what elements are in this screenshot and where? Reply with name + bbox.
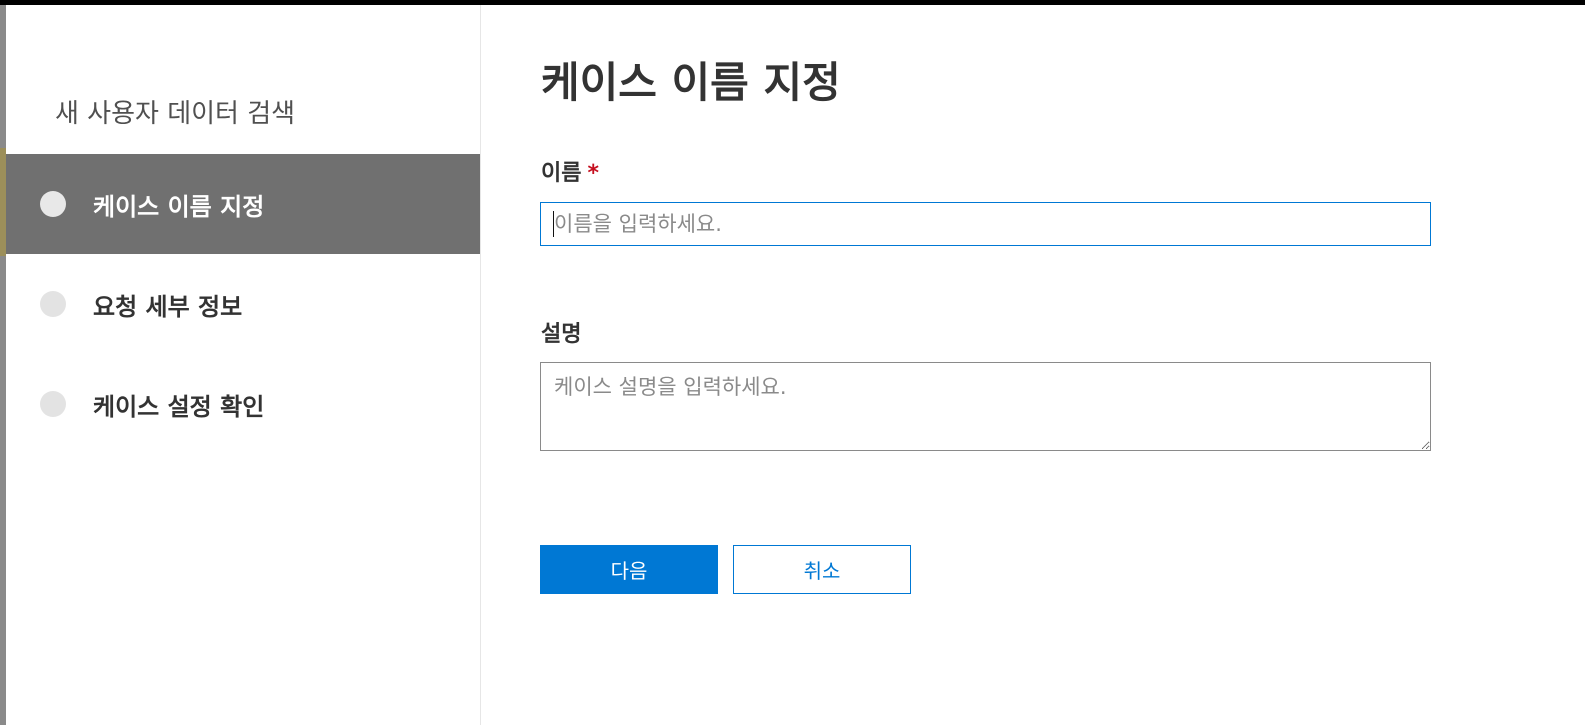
text-caret xyxy=(553,211,554,237)
step-indicator-icon xyxy=(40,191,66,217)
name-label-text: 이름 xyxy=(541,161,582,186)
step-case-name[interactable]: 케이스 이름 지정 xyxy=(6,154,480,254)
description-field-label: 설명 xyxy=(541,322,582,347)
step-indicator-icon xyxy=(40,291,66,317)
step-indicator-icon xyxy=(40,391,66,417)
wizard-title: 새 사용자 데이터 검색 xyxy=(55,99,296,129)
description-textarea[interactable] xyxy=(540,362,1431,451)
step-review-settings[interactable]: 케이스 설정 확인 xyxy=(6,354,480,454)
wizard-sidebar: 새 사용자 데이터 검색 케이스 이름 지정 요청 세부 정보 케이스 설정 확… xyxy=(6,5,481,725)
step-request-details[interactable]: 요청 세부 정보 xyxy=(6,254,480,354)
name-input[interactable] xyxy=(540,202,1431,246)
cancel-button[interactable]: 취소 xyxy=(733,545,911,594)
step-label: 케이스 이름 지정 xyxy=(93,192,265,221)
required-marker: * xyxy=(587,161,599,186)
name-field-label: 이름 * xyxy=(541,155,599,187)
next-button[interactable]: 다음 xyxy=(540,545,718,594)
step-label: 요청 세부 정보 xyxy=(93,292,243,321)
wizard-content: 케이스 이름 지정 이름* 설명 다음 취소 xyxy=(481,5,1585,725)
step-label: 케이스 설정 확인 xyxy=(93,392,265,421)
page-title: 케이스 이름 지정 xyxy=(541,58,841,107)
